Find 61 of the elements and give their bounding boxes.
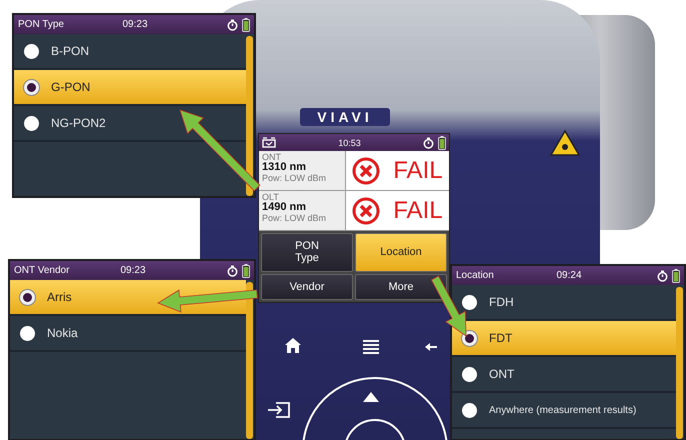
scrollbar[interactable] xyxy=(246,36,253,196)
scrollbar[interactable] xyxy=(676,287,683,439)
back-arrow-icon[interactable] xyxy=(425,343,437,351)
radio-button[interactable] xyxy=(20,290,35,304)
wavelength: 1310 nm xyxy=(262,162,308,174)
radio-button[interactable] xyxy=(24,116,39,130)
scrollbar[interactable] xyxy=(246,282,253,439)
menu-icon[interactable] xyxy=(363,340,379,354)
radio-button[interactable] xyxy=(462,294,477,310)
option-label: Anywhere (measurement results) xyxy=(489,404,636,416)
stopwatch-icon xyxy=(227,264,238,276)
option-label: ONT xyxy=(489,367,514,381)
wavelength: 1490 nm xyxy=(262,202,308,214)
option-label: G-PON xyxy=(51,80,90,94)
battery-icon xyxy=(242,18,250,32)
stopwatch-icon xyxy=(227,18,238,30)
clock-time: 09:23 xyxy=(122,19,149,30)
radio-button[interactable] xyxy=(462,366,477,382)
radio-button[interactable] xyxy=(24,80,39,94)
stopwatch-icon xyxy=(657,270,668,282)
option-label: FDH xyxy=(489,295,514,309)
option-label: Nokia xyxy=(47,326,78,340)
panel-title: ONT Vendor xyxy=(14,265,70,276)
menu-button[interactable]: More xyxy=(355,274,447,300)
panel-title: Location xyxy=(456,270,495,281)
result-verdict: FAIL xyxy=(393,196,443,224)
fail-x-icon xyxy=(352,196,380,224)
menu-button[interactable]: PON Type xyxy=(261,233,353,272)
list-option[interactable]: Arris xyxy=(10,280,246,316)
power-reading: Pow: LOW dBm xyxy=(262,174,328,184)
battery-icon xyxy=(438,136,446,150)
battery-icon xyxy=(672,268,680,282)
menu-button[interactable]: Location xyxy=(355,233,447,272)
clock-time: 09:24 xyxy=(556,270,583,281)
fail-x-icon xyxy=(352,156,380,184)
test-name: OLT xyxy=(262,193,280,202)
navigation-ring-icon[interactable] xyxy=(300,375,450,440)
radio-button[interactable] xyxy=(24,44,39,58)
stopwatch-icon xyxy=(423,136,434,148)
up-arrow-icon[interactable] xyxy=(363,392,379,402)
menu-button[interactable]: Vendor xyxy=(261,274,353,300)
battery-icon xyxy=(242,264,250,278)
power-reading: Pow: LOW dBm xyxy=(262,214,328,224)
radio-button[interactable] xyxy=(20,326,35,340)
home-icon[interactable] xyxy=(285,338,301,353)
list-option[interactable]: FDT xyxy=(452,321,676,357)
panel-title: PON Type xyxy=(18,19,65,30)
option-label: FDT xyxy=(489,331,512,345)
test-name: ONT xyxy=(262,153,282,162)
radio-button[interactable] xyxy=(462,402,477,418)
exit-icon[interactable] xyxy=(268,402,290,418)
result-verdict: FAIL xyxy=(393,156,443,184)
list-option[interactable]: G-PON xyxy=(14,70,246,106)
option-label: Arris xyxy=(47,290,72,304)
laser-warning-icon xyxy=(550,130,580,156)
option-label: NG-PON2 xyxy=(51,116,106,130)
brand-logo: VIAVI xyxy=(300,108,390,126)
clock-time: 10:53 xyxy=(337,138,362,148)
toolbox-icon xyxy=(262,137,276,148)
option-label: B-PON xyxy=(51,44,90,58)
clock-time: 09:23 xyxy=(120,265,147,276)
